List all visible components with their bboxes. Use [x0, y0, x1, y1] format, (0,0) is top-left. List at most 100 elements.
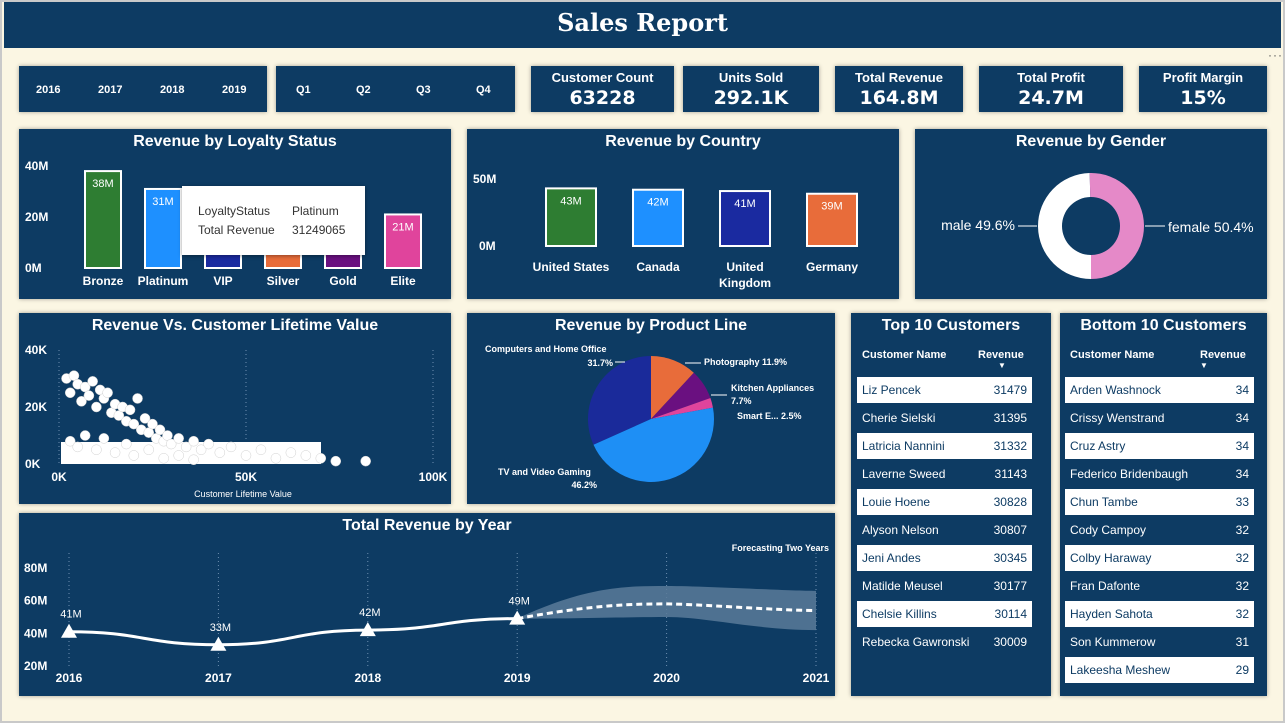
table-row[interactable]: Rebecka Gawronski 30009 [857, 629, 1032, 655]
x-tick-label: 50K [235, 470, 257, 484]
scatter-point [83, 390, 95, 401]
x-tick-label: 2020 [653, 671, 680, 685]
scatter-point [173, 450, 184, 461]
table-row[interactable]: Colby Haraway 32 [1065, 545, 1254, 571]
table-row[interactable]: Chun Tambe 33 [1065, 489, 1254, 515]
scatter-point [300, 450, 312, 461]
year-2019-button[interactable]: 2019 [222, 84, 246, 96]
column-header-revenue[interactable]: Revenue [978, 349, 1024, 361]
slice-label: female 50.4% [1168, 219, 1254, 235]
x-tick-label: 2019 [504, 671, 531, 685]
revenue-cell: 32 [1235, 607, 1249, 621]
customer-name-cell: Louie Hoene [862, 495, 931, 509]
quarter-q1-button[interactable]: Q1 [296, 84, 311, 96]
table-row[interactable]: Cody Campoy 32 [1065, 517, 1254, 543]
slice-label: TV and Video Gaming [498, 467, 591, 477]
table-row[interactable]: Laverne Sweed 31143 [857, 461, 1032, 487]
customer-name-cell: Fran Dafonte [1070, 579, 1141, 593]
kpi-units-sold: Units Sold 292.1K [683, 66, 819, 112]
clv-chart-panel: Revenue Vs. Customer Lifetime Value 40K 2… [19, 313, 451, 504]
revenue-cell: 30009 [993, 635, 1027, 649]
column-header-name[interactable]: Customer Name [1070, 349, 1154, 361]
scatter-point [360, 455, 371, 467]
table-row[interactable]: Hayden Sahota 32 [1065, 601, 1254, 627]
quarter-q4-button[interactable]: Q4 [476, 84, 491, 96]
country-chart-panel: Revenue by Country 50M 0M 43M United States… [467, 129, 899, 299]
scatter-point [255, 444, 267, 455]
year-2016-button[interactable]: 2016 [36, 84, 60, 96]
table-title: Top 10 Customers [881, 317, 1021, 334]
table-row[interactable]: Federico Bridenbaugh 34 [1065, 461, 1254, 487]
year-2017-button[interactable]: 2017 [98, 84, 122, 96]
table-row[interactable]: Louie Hoene 30828 [857, 489, 1032, 515]
slice-label: Computers and Home Office [485, 344, 607, 354]
scatter-point [64, 387, 76, 398]
data-label: 43M [560, 195, 581, 207]
y-tick-label: 0M [25, 261, 42, 275]
quarter-q3-button[interactable]: Q3 [416, 84, 431, 96]
x-tick-label: 2017 [205, 671, 232, 685]
x-tick-label: Bronze [83, 274, 124, 288]
sort-desc-icon[interactable]: ▼ [1200, 361, 1208, 370]
table-row[interactable]: Lakeesha Meshew 29 [1065, 657, 1254, 683]
table-row[interactable]: Chelsie Killins 30114 [857, 601, 1032, 627]
scatter-point [128, 450, 140, 461]
x-tick-label: United States [533, 260, 610, 274]
customer-name-cell: Jeni Andes [862, 551, 921, 565]
quarter-q2-button[interactable]: Q2 [356, 84, 371, 96]
data-label: 31M [152, 196, 173, 208]
table-row[interactable]: Arden Washnock 34 [1065, 377, 1254, 403]
scatter-point [121, 438, 132, 450]
scatter-point [188, 454, 199, 465]
x-tick-label: 100K [419, 470, 448, 484]
donut-slice [1089, 173, 1144, 279]
y-tick-label: 80M [24, 561, 47, 575]
y-tick-label: 60M [24, 594, 47, 608]
table-row[interactable]: Latricia Nannini 31332 [857, 433, 1032, 459]
customer-name-cell: Hayden Sahota [1070, 607, 1153, 621]
table-row[interactable]: Liz Pencek 31479 [857, 377, 1032, 403]
table-row[interactable]: Fran Dafonte 32 [1065, 573, 1254, 599]
scatter-point [270, 453, 282, 464]
slice-percent: 7.7% [731, 396, 752, 406]
product-pie-chart: Computers and Home Office 31.7% Photograph… [485, 344, 814, 490]
revenue-cell: 31143 [994, 467, 1027, 481]
y-tick-label: 40K [25, 343, 47, 357]
customer-name-cell: Chun Tambe [1070, 495, 1138, 509]
slice-percent: 46.2% [571, 480, 597, 490]
year-2018-button[interactable]: 2018 [160, 84, 184, 96]
column-header-name[interactable]: Customer Name [862, 349, 946, 361]
sort-desc-icon[interactable]: ▼ [998, 361, 1006, 370]
data-label: 41M [734, 198, 755, 210]
x-tick-label: Platinum [138, 274, 189, 288]
column-header-revenue[interactable]: Revenue [1200, 349, 1246, 361]
x-tick-label: Germany [806, 260, 858, 274]
y-tick-label: 20M [24, 659, 47, 673]
tooltip-key: LoyaltyStatus [198, 204, 271, 218]
tooltip-value: 31249065 [292, 223, 346, 237]
table-row[interactable]: Son Kummerow 31 [1065, 629, 1254, 655]
scatter-point [330, 455, 342, 467]
table-row[interactable]: Alyson Nelson 30807 [857, 517, 1032, 543]
slice-label: Smart E... 2.5% [737, 411, 802, 421]
table-row[interactable]: Matilde Meusel 30177 [857, 573, 1032, 599]
revenue-cell: 29 [1235, 663, 1249, 677]
report-title: Sales Report [557, 8, 728, 37]
more-options-icon[interactable]: ··· [1268, 48, 1283, 62]
revenue-cell: 32 [1235, 523, 1249, 537]
forecast-label: Forecasting Two Years [732, 543, 829, 553]
table-row[interactable]: Crissy Wenstrand 34 [1065, 405, 1254, 431]
kpi-value: 63228 [569, 87, 636, 109]
table-row[interactable]: Jeni Andes 30345 [857, 545, 1032, 571]
table-row[interactable]: Cherie Sielski 31395 [857, 405, 1032, 431]
scatter-point [124, 404, 136, 416]
revenue-cell: 30114 [994, 607, 1027, 621]
slice-label: Photography 11.9% [704, 357, 787, 367]
kpi-label: Total Revenue [855, 70, 943, 85]
scatter-point [132, 393, 143, 404]
chart-tooltip: LoyaltyStatus Platinum Total Revenue 31249… [182, 186, 365, 255]
customer-name-cell: Matilde Meusel [862, 579, 943, 593]
bottom10-table: Customer Name Revenue ▼ Arden Washnock 34… [1065, 342, 1254, 687]
scatter-point [98, 433, 110, 444]
table-row[interactable]: Cruz Astry 34 [1065, 433, 1254, 459]
